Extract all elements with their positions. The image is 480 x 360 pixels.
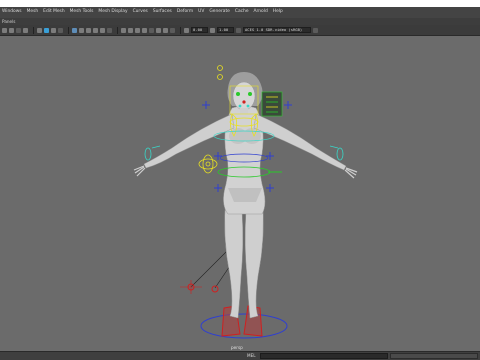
facial-slider-panel[interactable] — [261, 91, 283, 117]
toolbar-divider — [180, 26, 181, 34]
camera-name-label: persp — [231, 345, 243, 350]
menu-surfaces[interactable]: Surfaces — [153, 9, 172, 14]
hand-left — [133, 165, 146, 177]
eye-aim-control[interactable] — [217, 74, 223, 80]
leg-ik-cross[interactable] — [214, 184, 222, 192]
motion-blur-icon[interactable] — [128, 27, 133, 33]
menu-uv[interactable]: UV — [198, 9, 204, 14]
command-input[interactable] — [260, 353, 388, 359]
shadows-icon[interactable] — [107, 27, 112, 33]
panel-menubar: Panels — [0, 18, 480, 25]
perspective-viewport[interactable]: persp — [0, 36, 480, 351]
command-result-field — [390, 353, 478, 359]
gamma-icon[interactable] — [210, 27, 215, 33]
exposure-field[interactable]: 0.00 — [191, 27, 208, 33]
menu-mesh-tools[interactable]: Mesh Tools — [70, 9, 94, 14]
film-gate-icon[interactable] — [44, 27, 49, 33]
script-language-toggle[interactable]: MEL — [247, 353, 256, 358]
menu-cache[interactable]: Cache — [235, 9, 249, 14]
image-plane-icon[interactable] — [23, 27, 28, 33]
resolution-gate-icon[interactable] — [51, 27, 56, 33]
color-management-icon[interactable] — [236, 27, 241, 33]
exposure-icon[interactable] — [184, 27, 189, 33]
toolbar-divider — [68, 26, 69, 34]
smooth-shade-icon[interactable] — [79, 27, 84, 33]
grid-icon[interactable] — [37, 27, 42, 33]
menu-edit-mesh[interactable]: Edit Mesh — [43, 9, 64, 14]
lights-icon[interactable] — [100, 27, 105, 33]
select-camera-icon[interactable] — [2, 27, 7, 33]
pivot-gizmo[interactable] — [198, 154, 218, 174]
toolbar-divider — [117, 26, 118, 34]
hand-right — [344, 167, 358, 179]
gamma-field[interactable]: 1.00 — [217, 27, 234, 33]
wireframe-on-shaded-icon[interactable] — [86, 27, 91, 33]
menu-mesh-display[interactable]: Mesh Display — [98, 9, 127, 14]
menu-generate[interactable]: Generate — [209, 9, 230, 14]
camera-attributes-icon[interactable] — [9, 27, 14, 33]
menu-curves[interactable]: Curves — [133, 9, 148, 14]
dropdown-arrow-icon[interactable] — [313, 27, 318, 33]
command-line-bar: MEL — [0, 351, 480, 360]
wireframe-icon[interactable] — [72, 27, 77, 33]
xray-icon[interactable] — [156, 27, 161, 33]
depth-of-field-icon[interactable] — [142, 27, 147, 33]
menu-windows[interactable]: Windows — [2, 9, 22, 14]
leg-ik-cross[interactable] — [266, 184, 274, 192]
menu-deform[interactable]: Deform — [177, 9, 193, 14]
textured-icon[interactable] — [93, 27, 98, 33]
viewport-toolbar: 0.00 1.00 ACES 1.0 SDR-video (sRGB) — [0, 25, 480, 36]
maya-window: Windows Mesh Edit Mesh Mesh Tools Mesh D… — [0, 7, 480, 360]
isolate-select-icon[interactable] — [149, 27, 154, 33]
ambient-occlusion-icon[interactable] — [121, 27, 126, 33]
xray-joints-icon[interactable] — [163, 27, 168, 33]
menu-arnold[interactable]: Arnold — [254, 9, 268, 14]
toolbar-divider — [33, 26, 34, 34]
panels-menu[interactable]: Panels — [2, 19, 15, 24]
view-transform-dropdown[interactable]: ACES 1.0 SDR-video (sRGB) — [243, 27, 311, 33]
menu-mesh[interactable]: Mesh — [27, 9, 39, 14]
bookmark-icon[interactable] — [16, 27, 21, 33]
character-rig-scene — [133, 65, 358, 339]
menu-help[interactable]: Help — [273, 9, 283, 14]
gate-mask-icon[interactable] — [58, 27, 63, 33]
head-aim-control[interactable] — [217, 65, 223, 71]
main-menubar: Windows Mesh Edit Mesh Mesh Tools Mesh D… — [0, 7, 480, 16]
xray-components-icon[interactable] — [170, 27, 175, 33]
anti-aliasing-icon[interactable] — [135, 27, 140, 33]
character-legs — [224, 195, 264, 319]
